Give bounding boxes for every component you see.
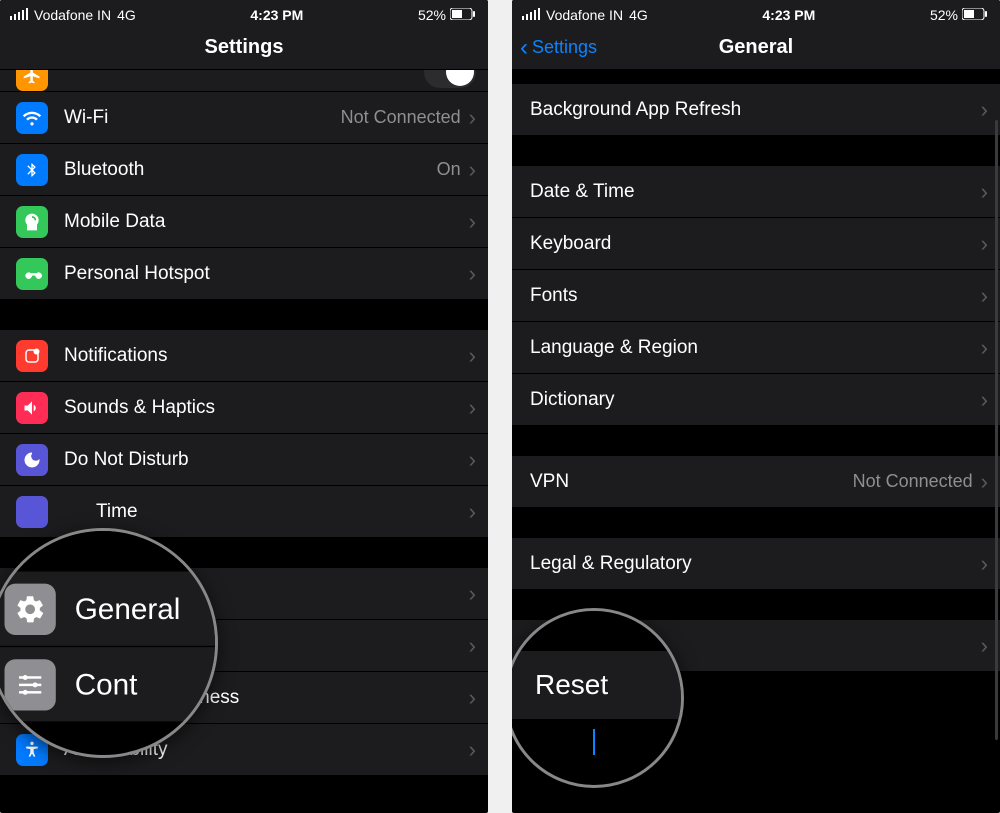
- chevron-right-icon: ›: [469, 449, 476, 471]
- time-label: 4:23 PM: [762, 7, 815, 23]
- dictionary-label: Dictionary: [530, 389, 981, 411]
- notifications-icon: [16, 340, 48, 372]
- bluetooth-value: On: [437, 159, 461, 180]
- wifi-icon: [16, 102, 48, 134]
- row-wifi[interactable]: Wi-Fi Not Connected ›: [0, 92, 488, 144]
- back-button[interactable]: ‹ Settings: [520, 36, 597, 60]
- wifi-label: Wi-Fi: [64, 107, 341, 129]
- chevron-right-icon: ›: [981, 471, 988, 493]
- chevron-right-icon: ›: [981, 553, 988, 575]
- chevron-right-icon: ›: [981, 389, 988, 411]
- airplane-toggle[interactable]: [424, 70, 476, 88]
- carrier-label: Vodafone IN: [34, 7, 111, 23]
- battery-label: 52%: [418, 7, 446, 23]
- row-hotspot[interactable]: Personal Hotspot ›: [0, 248, 488, 300]
- signal-icon: [522, 7, 540, 23]
- row-bluetooth[interactable]: Bluetooth On ›: [0, 144, 488, 196]
- wifi-value: Not Connected: [341, 107, 461, 128]
- chevron-right-icon: ›: [469, 583, 476, 605]
- bgrefresh-label: Background App Refresh: [530, 99, 981, 121]
- status-bar: Vodafone IN 4G 4:23 PM 52%: [512, 0, 1000, 26]
- chevron-right-icon: ›: [981, 635, 988, 657]
- row-airplane[interactable]: [0, 70, 488, 92]
- sounds-label: Sounds & Haptics: [64, 397, 469, 419]
- battery-icon: [962, 7, 988, 23]
- chevron-right-icon: ›: [981, 285, 988, 307]
- signal-icon: [10, 7, 28, 23]
- carrier-label: Vodafone IN: [546, 7, 623, 23]
- chevron-right-icon: ›: [469, 107, 476, 129]
- page-title: General: [719, 36, 793, 59]
- row-sounds[interactable]: Sounds & Haptics ›: [0, 382, 488, 434]
- chevron-right-icon: ›: [469, 159, 476, 181]
- time-label: 4:23 PM: [250, 7, 303, 23]
- chevron-right-icon: ›: [981, 99, 988, 121]
- row-bgrefresh[interactable]: Background App Refresh ›: [512, 84, 1000, 136]
- row-dnd[interactable]: Do Not Disturb ›: [0, 434, 488, 486]
- fonts-label: Fonts: [530, 285, 981, 307]
- language-label: Language & Region: [530, 337, 981, 359]
- chevron-right-icon: ›: [469, 501, 476, 523]
- screentime-icon: [16, 496, 48, 528]
- hotspot-label: Personal Hotspot: [64, 263, 469, 285]
- airplane-icon: [16, 70, 48, 91]
- chevron-right-icon: ›: [981, 337, 988, 359]
- chevron-right-icon: ›: [469, 345, 476, 367]
- chevron-right-icon: ›: [469, 211, 476, 233]
- scroll-indicator: [995, 120, 998, 740]
- row-datetime[interactable]: Date & Time ›: [512, 166, 1000, 218]
- mag-cont-label: Cont: [75, 667, 218, 702]
- bluetooth-icon: [16, 154, 48, 186]
- battery-icon: [450, 7, 476, 23]
- mag-reset-label: Reset: [535, 669, 608, 701]
- back-label: Settings: [532, 37, 597, 58]
- row-notifications[interactable]: Notifications ›: [0, 330, 488, 382]
- row-language[interactable]: Language & Region ›: [512, 322, 1000, 374]
- network-label: 4G: [629, 7, 648, 23]
- control-icon: [5, 659, 56, 710]
- chevron-right-icon: ›: [981, 233, 988, 255]
- page-title: Settings: [205, 36, 284, 59]
- nav-bar: ‹ Settings General: [512, 26, 1000, 70]
- row-dictionary[interactable]: Dictionary ›: [512, 374, 1000, 426]
- magnifier-reset: Reset: [512, 608, 684, 788]
- chevron-right-icon: ›: [469, 635, 476, 657]
- row-vpn[interactable]: VPN Not Connected ›: [512, 456, 1000, 508]
- hotspot-icon: [16, 258, 48, 290]
- chevron-right-icon: ›: [469, 263, 476, 285]
- legal-label: Legal & Regulatory: [530, 553, 981, 575]
- mag-general-label: General: [75, 591, 218, 626]
- network-label: 4G: [117, 7, 136, 23]
- row-keyboard[interactable]: Keyboard ›: [512, 218, 1000, 270]
- vpn-value: Not Connected: [853, 471, 973, 492]
- row-mobiledata[interactable]: Mobile Data ›: [0, 196, 488, 248]
- vpn-label: VPN: [530, 471, 853, 493]
- mobiledata-icon: [16, 206, 48, 238]
- mobiledata-label: Mobile Data: [64, 211, 469, 233]
- dnd-icon: [16, 444, 48, 476]
- nav-bar: Settings: [0, 26, 488, 70]
- datetime-label: Date & Time: [530, 181, 981, 203]
- row-legal[interactable]: Legal & Regulatory ›: [512, 538, 1000, 590]
- screentime-label: Time: [64, 501, 469, 523]
- bluetooth-label: Bluetooth: [64, 159, 437, 181]
- dnd-label: Do Not Disturb: [64, 449, 469, 471]
- chevron-right-icon: ›: [469, 397, 476, 419]
- chevron-right-icon: ›: [469, 739, 476, 761]
- battery-label: 52%: [930, 7, 958, 23]
- chevron-left-icon: ‹: [520, 36, 528, 60]
- notifications-label: Notifications: [64, 345, 469, 367]
- row-fonts[interactable]: Fonts ›: [512, 270, 1000, 322]
- chevron-right-icon: ›: [469, 687, 476, 709]
- status-bar: Vodafone IN 4G 4:23 PM 52%: [0, 0, 488, 26]
- general-screen: Vodafone IN 4G 4:23 PM 52% ‹ Settings Ge…: [512, 0, 1000, 813]
- gear-icon: [5, 583, 56, 634]
- settings-screen: Vodafone IN 4G 4:23 PM 52% Settings: [0, 0, 488, 813]
- sounds-icon: [16, 392, 48, 424]
- chevron-right-icon: ›: [981, 181, 988, 203]
- keyboard-label: Keyboard: [530, 233, 981, 255]
